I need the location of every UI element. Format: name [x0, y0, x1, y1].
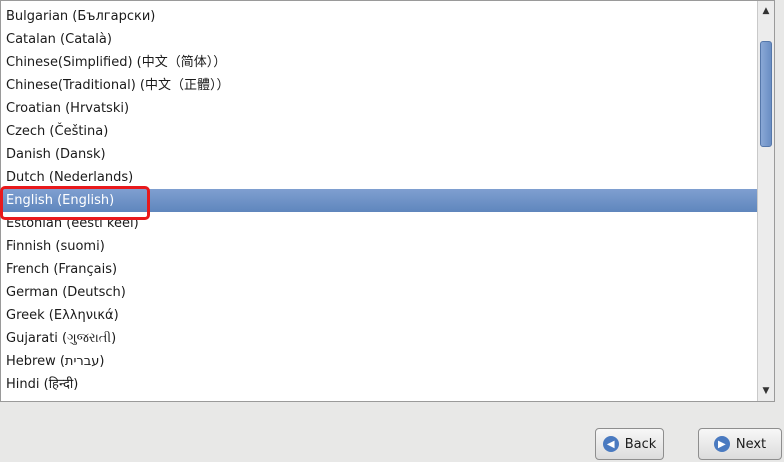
list-item[interactable]: Chinese(Simplified) (中文（简体））: [1, 51, 757, 74]
scroll-up-icon[interactable]: ▲: [758, 3, 774, 19]
list-item[interactable]: German (Deutsch): [1, 281, 757, 304]
selection-highlight-annotation: [0, 186, 150, 220]
list-item[interactable]: Hebrew (עברית): [1, 350, 757, 373]
back-button[interactable]: ◀ Back: [595, 428, 664, 460]
list-item[interactable]: French (Français): [1, 258, 757, 281]
scrollbar-thumb[interactable]: [760, 41, 772, 147]
back-arrow-icon: ◀: [602, 436, 619, 452]
list-item[interactable]: Greek (Ελληνικά): [1, 304, 757, 327]
vertical-scrollbar[interactable]: ▲ ▼: [757, 1, 774, 401]
list-item[interactable]: Catalan (Català): [1, 28, 757, 51]
list-item[interactable]: Hindi (हिन्दी): [1, 373, 757, 396]
list-item[interactable]: Croatian (Hrvatski): [1, 97, 757, 120]
list-item[interactable]: Bulgarian (Български): [1, 5, 757, 28]
list-item[interactable]: Chinese(Traditional) (中文（正體））: [1, 74, 757, 97]
list-item[interactable]: Finnish (suomi): [1, 235, 757, 258]
next-button-label: Next: [735, 436, 767, 452]
back-button-label: Back: [624, 436, 657, 452]
next-arrow-icon: ▶: [713, 436, 730, 452]
next-button[interactable]: ▶ Next: [698, 428, 782, 460]
list-item[interactable]: Gujarati (ગુજરાતી): [1, 327, 757, 350]
list-item[interactable]: Danish (Dansk): [1, 143, 757, 166]
language-selection-screen: Bulgarian (Български) Catalan (Català) C…: [0, 0, 784, 462]
scroll-down-icon[interactable]: ▼: [758, 383, 774, 399]
list-item[interactable]: Czech (Čeština): [1, 120, 757, 143]
